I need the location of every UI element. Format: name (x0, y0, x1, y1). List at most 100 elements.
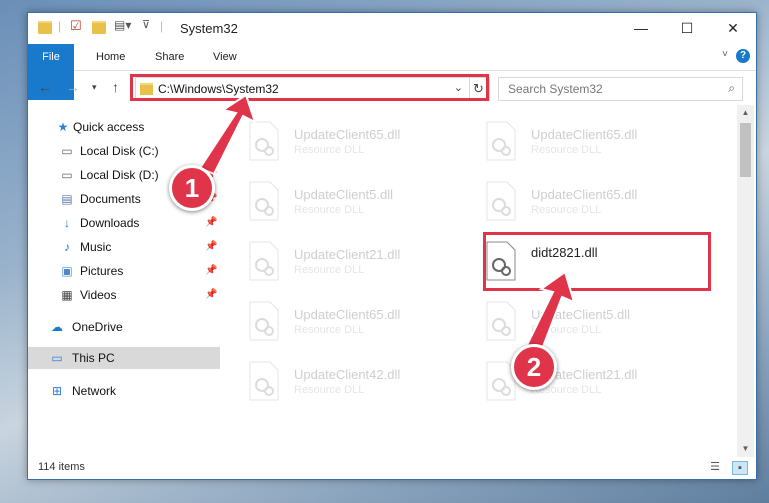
sidebar-item-this-pc[interactable]: ▭ This PC (28, 347, 220, 369)
dll-file-icon (249, 361, 279, 401)
sidebar-item-label: Local Disk (D:) (80, 168, 159, 182)
download-icon: ↓ (64, 216, 70, 230)
search-icon[interactable]: ⌕ (728, 81, 735, 96)
dll-file-icon (249, 181, 279, 221)
file-name: UpdateClient65.dll (531, 187, 638, 202)
scrollbar-thumb[interactable] (740, 123, 751, 177)
file-name: UpdateClient65.dll (294, 127, 401, 142)
sidebar-item-label: Downloads (80, 216, 140, 230)
file-item[interactable]: UpdateClient65.dll Resource DLL (220, 295, 450, 351)
back-arrow-icon[interactable]: ← (38, 79, 52, 95)
customize-icon[interactable]: ▤▾ (114, 18, 131, 32)
file-item[interactable]: UpdateClient5.dll Resource DLL (457, 295, 687, 351)
documents-icon: ▤ (61, 192, 73, 206)
help-icon[interactable]: ? (736, 49, 750, 63)
separator-icon: | (58, 19, 62, 33)
dll-file-icon (486, 181, 516, 221)
details-view-icon[interactable]: ☰ (708, 461, 722, 473)
tiles-view-icon[interactable]: ▪ (732, 461, 748, 475)
file-name: UpdateClient21.dll (294, 247, 401, 262)
callout-badge-1: 1 (169, 165, 215, 211)
drive-icon: ▭ (61, 168, 73, 182)
sidebar-item-downloads[interactable]: ↓ Downloads 📌 (28, 212, 220, 234)
status-bar: 114 items ☰ ▪ (28, 457, 756, 479)
sidebar-item-local-disk-c[interactable]: ▭ Local Disk (C:) (28, 140, 220, 162)
pin-icon[interactable]: 📌 (205, 284, 217, 306)
file-name: UpdateClient42.dll (294, 367, 401, 382)
scroll-up-icon[interactable]: ▲ (737, 105, 754, 121)
address-highlight-box (130, 74, 489, 101)
close-button[interactable]: ✕ (710, 13, 756, 44)
file-item[interactable]: UpdateClient42.dll Resource DLL (220, 355, 450, 411)
computer-icon: ▭ (51, 351, 63, 365)
file-name: UpdateClient5.dll (294, 187, 394, 202)
file-item[interactable]: UpdateClient65.dll Resource DLL (220, 115, 450, 171)
recent-locations-icon[interactable]: ▾ (92, 82, 97, 93)
callout-badge-2: 2 (511, 344, 557, 390)
search-box[interactable]: Search System32 ⌕ (498, 77, 743, 101)
tab-home[interactable]: Home (96, 44, 125, 70)
network-icon: ⊞ (51, 384, 63, 398)
file-type: Resource DLL (531, 324, 602, 336)
file-item[interactable]: UpdateClient21.dll Resource DLL (457, 355, 687, 411)
pin-icon[interactable]: 📌 (205, 260, 217, 282)
videos-icon: ▦ (61, 288, 73, 302)
music-icon: ♪ (64, 240, 70, 254)
file-item[interactable]: UpdateClient21.dll Resource DLL (220, 235, 450, 291)
tab-view[interactable]: View (213, 44, 237, 70)
pictures-icon: ▣ (61, 264, 73, 278)
file-item[interactable]: UpdateClient5.dll Resource DLL (220, 175, 450, 231)
scroll-down-icon[interactable]: ▼ (737, 441, 754, 457)
new-folder-icon[interactable] (92, 21, 106, 34)
file-type: Resource DLL (294, 204, 365, 216)
sidebar-item-music[interactable]: ♪ Music 📌 (28, 236, 220, 258)
dll-file-icon (486, 121, 516, 161)
pin-icon[interactable]: 📌 (205, 212, 217, 234)
quick-access-dropdown-icon[interactable]: ⊽ (142, 18, 150, 31)
folder-icon (38, 21, 52, 34)
sidebar-item-quick-access[interactable]: ★ Quick access (28, 116, 220, 138)
sidebar-item-label: OneDrive (72, 320, 123, 334)
dll-file-icon (486, 301, 516, 341)
sidebar-item-label: This PC (72, 351, 115, 365)
star-icon: ★ (57, 120, 69, 134)
window-title: System32 (180, 21, 238, 36)
tab-share[interactable]: Share (155, 44, 184, 70)
sidebar-item-videos[interactable]: ▦ Videos 📌 (28, 284, 220, 306)
sidebar-item-network[interactable]: ⊞ Network (28, 380, 220, 402)
file-name: UpdateClient65.dll (531, 127, 638, 142)
pin-icon[interactable]: 📌 (205, 236, 217, 258)
file-type: Resource DLL (294, 324, 365, 336)
file-name: UpdateClient5.dll (531, 307, 631, 322)
sidebar-item-onedrive[interactable]: ☁ OneDrive (28, 316, 220, 338)
file-type: Resource DLL (294, 144, 365, 156)
explorer-window: | ☑ ▤▾ ⊽ | System32 — ☐ ✕ File Home Shar… (27, 12, 757, 480)
navigation-pane: ★ Quick access ▭ Local Disk (C:) ▭ Local… (28, 111, 220, 451)
properties-icon[interactable]: ☑ (70, 18, 82, 34)
up-arrow-icon[interactable]: ↑ (112, 79, 119, 95)
file-type: Resource DLL (531, 144, 602, 156)
file-type: Resource DLL (294, 264, 365, 276)
maximize-button[interactable]: ☐ (664, 13, 710, 44)
file-name: UpdateClient65.dll (294, 307, 401, 322)
expand-ribbon-icon[interactable]: ˅ (722, 49, 728, 60)
minimize-button[interactable]: — (618, 13, 664, 44)
vertical-scrollbar[interactable]: ▲ ▼ (737, 105, 754, 457)
sidebar-item-label: Videos (80, 288, 117, 302)
sidebar-item-label: Network (72, 384, 117, 398)
navigation-bar: ← → ▾ ↑ C:\Windows\System32 ⌄ ↻ Search S… (28, 71, 756, 105)
drive-icon: ▭ (61, 144, 73, 158)
sidebar-item-pictures[interactable]: ▣ Pictures 📌 (28, 260, 220, 282)
item-count: 114 items (38, 461, 85, 473)
separator-icon: | (160, 19, 164, 33)
search-input[interactable]: Search System32 (508, 82, 603, 96)
file-type: Resource DLL (294, 384, 365, 396)
file-item[interactable]: UpdateClient65.dll Resource DLL (457, 175, 687, 231)
sidebar-item-label: Quick access (73, 120, 145, 134)
dll-file-icon (249, 241, 279, 281)
file-highlight-box (483, 232, 711, 291)
file-item[interactable]: UpdateClient65.dll Resource DLL (457, 115, 687, 171)
forward-arrow-icon[interactable]: → (66, 79, 80, 95)
sidebar-item-label: Local Disk (C:) (80, 144, 159, 158)
sidebar-item-label: Music (80, 240, 112, 254)
